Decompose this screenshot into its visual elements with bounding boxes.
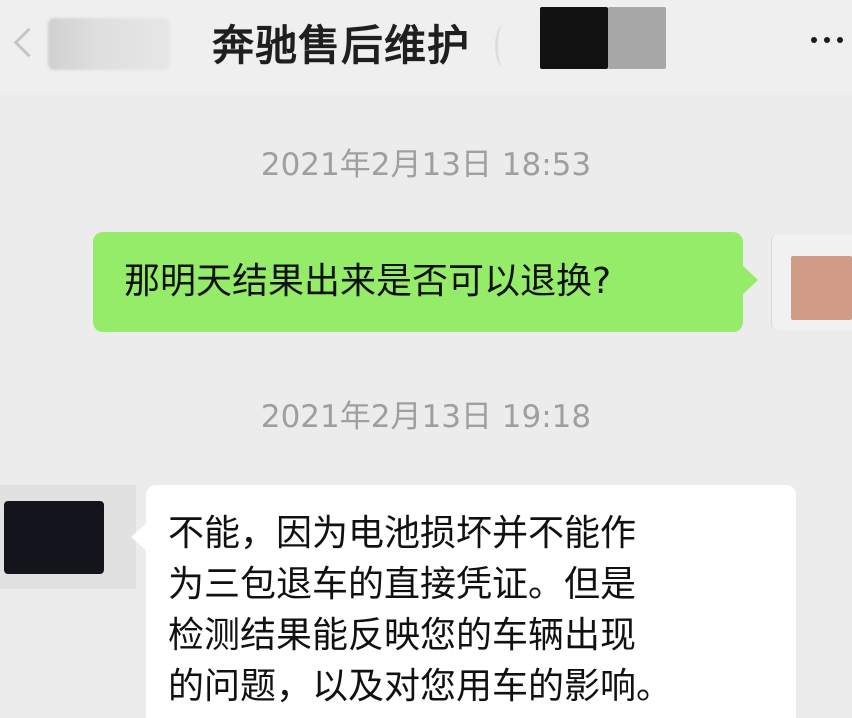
more-horizontal-icon [811,37,817,43]
outgoing-message-bubble[interactable]: 那明天结果出来是否可以退换? [93,232,758,332]
incoming-message-line: 为三包退车的直接凭证。但是 [168,564,637,605]
message-timestamp: 2021年2月13日 18:53 [260,147,592,183]
outgoing-message-text: 那明天结果出来是否可以退换? [124,261,612,302]
chat-title: 奔驰售后维护 [212,20,471,70]
contact-avatar[interactable] [4,501,104,574]
parenthesis-icon [495,25,512,67]
back-button[interactable] [8,14,170,70]
chat-header: 奔驰售后维护 [0,0,852,92]
redaction-block [608,7,666,69]
incoming-message-bubble[interactable]: 不能，因为电池损坏并不能作 为三包退车的直接凭证。但是 检测结果能反映您的车辆出… [131,485,796,718]
more-horizontal-icon [824,37,830,43]
incoming-message-line: 检测结果能反映您的车辆出现 [168,615,637,656]
more-horizontal-icon [837,37,843,43]
chevron-left-icon [13,27,44,58]
redaction-block [540,7,608,69]
more-options-button[interactable] [805,20,849,60]
self-avatar[interactable] [791,256,852,320]
back-blur-redaction [48,18,170,70]
incoming-message-line: 的问题，以及对您用车的影响。 [168,666,673,707]
message-timestamp: 2021年2月13日 19:18 [260,399,592,435]
incoming-message-line: 不能，因为电池损坏并不能作 [168,513,637,554]
